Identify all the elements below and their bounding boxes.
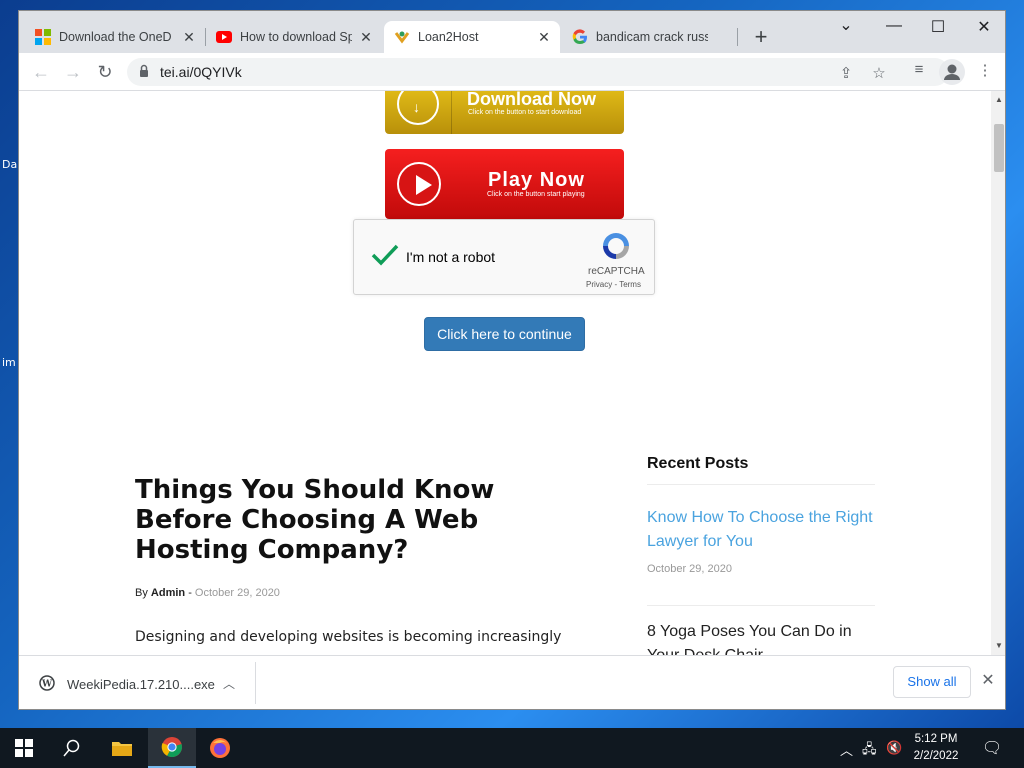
maximize-button[interactable]: ☐ <box>923 17 953 37</box>
recaptcha-widget: I'm not a robot reCAPTCHA Privacy - Term… <box>353 219 655 295</box>
chevron-up-icon[interactable]: ︿ <box>223 675 235 692</box>
taskbar-clock[interactable]: 5:12 PM 2/2/2022 <box>908 731 964 765</box>
loan2host-icon <box>394 29 410 45</box>
play-banner-subtitle: Click on the button start playing <box>487 191 585 198</box>
search-button[interactable] <box>48 728 96 768</box>
google-icon <box>572 29 588 45</box>
page-content: ↓ Download Now Click on the button to st… <box>19 91 991 655</box>
lock-icon <box>140 64 148 77</box>
menu-kebab-icon[interactable]: ⋮ <box>974 61 996 79</box>
play-now-banner[interactable]: Play Now Click on the button start playi… <box>385 149 624 219</box>
download-now-banner[interactable]: ↓ Download Now Click on the button to st… <box>385 91 624 134</box>
reading-list-icon[interactable]: ≡ <box>908 61 930 78</box>
chrome-taskbar-button[interactable] <box>148 728 196 768</box>
share-icon[interactable]: ⇪ <box>837 64 855 82</box>
tab-google-search[interactable]: bandicam crack russi <box>562 21 738 53</box>
article-title[interactable]: Things You Should Know Before Choosing A… <box>135 475 535 565</box>
play-circle-icon <box>397 162 441 206</box>
page-scrollbar[interactable]: ▲ ▼ <box>991 91 1005 655</box>
windows-taskbar: ︿ 🖧 🔇 5:12 PM 2/2/2022 🗨 <box>0 728 1024 768</box>
notification-icon[interactable]: 🗨 <box>982 738 1002 758</box>
close-tab-icon[interactable]: ✕ <box>358 29 374 46</box>
tab-loan2host[interactable]: Loan2Host ✕ <box>384 21 560 53</box>
network-icon[interactable]: 🖧 <box>862 740 877 762</box>
back-button[interactable]: ← <box>30 61 52 83</box>
article-excerpt: Designing and developing websites is bec… <box>135 629 562 645</box>
forward-button[interactable]: → <box>62 61 84 83</box>
recaptcha-logo-icon <box>603 233 629 259</box>
download-banner-subtitle: Click on the button to start download <box>468 109 582 116</box>
start-button[interactable] <box>0 728 48 768</box>
article-byline: By Admin - October 29, 2020 <box>135 587 280 599</box>
chrome-icon <box>161 737 182 758</box>
tab-title: Download the OneDr <box>59 30 171 44</box>
minimize-button[interactable]: — <box>879 17 909 35</box>
close-tab-icon[interactable]: ✕ <box>181 29 197 46</box>
url-text: tei.ai/0QYIVk <box>160 64 242 80</box>
shelf-divider <box>255 662 256 704</box>
windows-logo-icon <box>15 739 33 757</box>
tab-youtube[interactable]: How to download Sp ✕ <box>206 21 382 53</box>
recent-posts-heading: Recent Posts <box>647 455 749 472</box>
search-icon <box>63 739 80 757</box>
scroll-down-arrow-icon[interactable]: ▼ <box>995 641 1003 650</box>
bookmark-star-icon[interactable]: ☆ <box>870 64 888 82</box>
tab-bar: Download the OneDr ✕ How to download Sp … <box>19 11 1005 53</box>
reload-button[interactable]: ↻ <box>94 61 116 83</box>
scrollbar-thumb[interactable] <box>994 124 1004 172</box>
tab-onedrive[interactable]: Download the OneDr ✕ <box>25 21 205 53</box>
microsoft-icon <box>35 29 51 45</box>
close-window-button[interactable]: ✕ <box>969 17 999 37</box>
wordpress-icon: W <box>39 675 55 691</box>
recaptcha-privacy-terms[interactable]: Privacy - Terms <box>586 280 641 289</box>
firefox-icon <box>210 738 230 758</box>
scroll-up-arrow-icon[interactable]: ▲ <box>995 95 1003 104</box>
new-tab-button[interactable]: + <box>749 25 773 49</box>
tab-title: bandicam crack russi <box>596 30 708 44</box>
desktop-icon-label[interactable]: im <box>2 356 16 369</box>
continue-button[interactable]: Click here to continue <box>424 317 585 351</box>
tab-search-icon[interactable]: ⌄ <box>831 15 861 35</box>
byline-prefix: By <box>135 587 148 599</box>
download-shelf: W WeekiPedia.17.210....exe ︿ Show all ✕ <box>19 655 1005 709</box>
banner-divider <box>451 91 452 134</box>
recent-post-date: October 29, 2020 <box>647 563 733 575</box>
download-arrow-icon: ↓ <box>413 99 420 115</box>
address-bar[interactable]: tei.ai/0QYIVk ⇪ ☆ <box>127 58 949 86</box>
byline-separator: - <box>185 587 195 599</box>
recaptcha-brand: reCAPTCHA <box>588 266 645 277</box>
tab-divider <box>737 28 738 46</box>
file-explorer-button[interactable] <box>98 728 146 768</box>
sidebar-divider <box>647 605 875 606</box>
article-author[interactable]: Admin <box>151 587 185 599</box>
person-icon <box>944 64 960 80</box>
sidebar-divider <box>647 484 875 485</box>
tray-chevron-up-icon[interactable]: ︿ <box>840 740 853 759</box>
profile-avatar[interactable] <box>939 59 965 85</box>
show-all-button[interactable]: Show all <box>893 666 971 698</box>
close-tab-icon[interactable]: ✕ <box>536 29 552 46</box>
play-banner-title: Play Now <box>488 169 585 191</box>
clock-date: 2/2/2022 <box>913 750 959 762</box>
browser-window: Download the OneDr ✕ How to download Sp … <box>18 10 1006 710</box>
svg-text:W: W <box>41 680 53 690</box>
close-shelf-icon[interactable]: ✕ <box>979 670 997 690</box>
article-date: October 29, 2020 <box>194 587 280 599</box>
recaptcha-label: I'm not a robot <box>406 249 496 265</box>
download-banner-title: Download Now <box>467 91 596 109</box>
browser-toolbar: ← → ↻ tei.ai/0QYIVk ⇪ ☆ ≡ ⋮ <box>19 53 1005 91</box>
tab-title: How to download Sp <box>240 30 352 44</box>
tab-title: Loan2Host <box>418 30 479 44</box>
downloaded-file-name[interactable]: WeekiPedia.17.210....exe <box>67 677 215 692</box>
youtube-icon <box>216 29 232 45</box>
firefox-taskbar-button[interactable] <box>196 728 244 768</box>
recent-post-link[interactable]: Know How To Choose the Right Lawyer for … <box>647 506 875 554</box>
folder-icon <box>112 742 132 756</box>
clock-time: 5:12 PM <box>914 733 958 745</box>
recaptcha-checkmark-icon[interactable] <box>370 240 400 270</box>
recent-post-link[interactable]: 8 Yoga Poses You Can Do in Your Desk Cha… <box>647 620 887 655</box>
desktop-icon-label[interactable]: Da <box>2 158 17 171</box>
volume-muted-icon[interactable]: 🔇 <box>886 740 902 756</box>
